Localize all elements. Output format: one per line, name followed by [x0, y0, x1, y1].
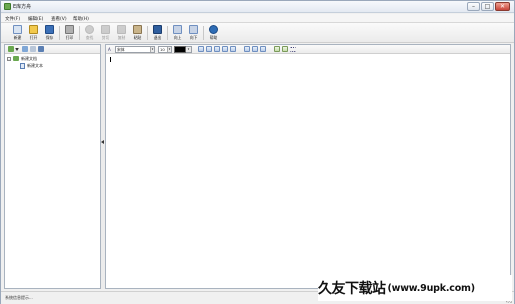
font-family-value: 宋体 [117, 47, 125, 52]
exit-button-label: 退出 [153, 35, 162, 40]
move-down-button[interactable]: 向下 [186, 24, 201, 42]
add-node-icon[interactable] [8, 46, 14, 52]
tree-node-label: 新建文档 [21, 56, 37, 61]
up-icon [173, 25, 182, 34]
underline-icon[interactable] [214, 46, 220, 52]
help-button-label: 帮助 [209, 35, 218, 40]
find-icon [85, 25, 94, 34]
minimize-icon: – [472, 3, 475, 10]
save-button-label: 保存 [45, 35, 54, 40]
font-family-select[interactable]: 宋体 ▾ [115, 46, 155, 53]
tree-toolbar [5, 45, 100, 54]
editor-pane[interactable]: A 宋体 ▾ 10 ▾ ▾ [105, 44, 511, 289]
help-button[interactable]: 帮助 [206, 24, 221, 42]
paste-button-label: 粘贴 [133, 35, 142, 40]
help-icon [209, 25, 218, 34]
indent-icon[interactable] [274, 46, 280, 52]
exit-button[interactable]: 退出 [150, 24, 165, 42]
add-child-icon[interactable] [22, 46, 28, 52]
paste-icon [133, 25, 142, 34]
text-cursor [110, 57, 111, 62]
print-button-label: 打印 [65, 35, 74, 40]
collapse-left-icon[interactable] [101, 140, 104, 144]
open-folder-icon [29, 25, 38, 34]
italic-icon[interactable] [206, 46, 212, 52]
minimize-button[interactable]: – [467, 2, 480, 11]
folder-icon [13, 56, 19, 61]
save-button[interactable]: 保存 [42, 24, 57, 42]
strikethrough-icon[interactable] [222, 46, 228, 52]
new-doc-icon [13, 25, 22, 34]
watermark-site-name: 久友下载站 [318, 281, 386, 297]
window-title: E库方舟 [13, 4, 32, 10]
chevron-down-icon[interactable]: ▾ [150, 47, 154, 52]
font-size-value: 10 [160, 47, 165, 52]
menu-bar: 文件(F) 编辑(E) 查看(V) 帮助(H) [1, 14, 514, 23]
tree-node-label: 新建文本 [27, 63, 43, 68]
cut-button[interactable]: 剪切 [98, 24, 113, 42]
close-icon: ✕ [499, 3, 506, 10]
down-icon [189, 25, 198, 34]
close-button[interactable]: ✕ [495, 2, 510, 11]
copy-icon [117, 25, 126, 34]
cut-icon [101, 25, 110, 34]
print-button[interactable]: 打印 [62, 24, 77, 42]
tree-panel: - 新建文档 新建文本 [4, 44, 101, 289]
new-button[interactable]: 新建 [10, 24, 25, 42]
chevron-down-icon[interactable]: ▾ [186, 47, 191, 52]
menu-help[interactable]: 帮助(H) [73, 16, 89, 22]
print-icon [65, 25, 74, 34]
maximize-icon: □ [484, 3, 491, 10]
align-right-icon[interactable] [260, 46, 266, 52]
format-toolbar: A 宋体 ▾ 10 ▾ ▾ [106, 45, 510, 54]
move-up-button[interactable]: 向上 [170, 24, 185, 42]
app-window: E库方舟 – □ ✕ 文件(F) 编辑(E) 查看(V) 帮助(H) 新建 打开… [0, 0, 515, 304]
rename-icon[interactable] [30, 46, 36, 52]
outdent-icon[interactable] [282, 46, 288, 52]
save-disk-icon [45, 25, 54, 34]
document-icon [20, 63, 25, 69]
open-button[interactable]: 打开 [26, 24, 41, 42]
maximize-button[interactable]: □ [481, 2, 494, 11]
font-icon: A [108, 47, 111, 52]
collapse-icon[interactable]: - [7, 57, 11, 61]
find-button[interactable]: 查找 [82, 24, 97, 42]
bold-icon[interactable] [198, 46, 204, 52]
color-dropdown[interactable]: ▾ [186, 46, 192, 53]
status-text: 系统信息提示... [5, 295, 33, 300]
chevron-down-icon[interactable] [15, 48, 19, 51]
app-icon [4, 3, 11, 10]
menu-edit[interactable]: 编辑(E) [28, 16, 43, 22]
watermark-url: (www.9upk.com) [387, 282, 476, 294]
font-size-select[interactable]: 10 ▾ [158, 46, 172, 53]
menu-file[interactable]: 文件(F) [5, 16, 20, 22]
align-center-icon[interactable] [252, 46, 258, 52]
align-left-icon[interactable] [244, 46, 250, 52]
chevron-down-icon[interactable]: ▾ [167, 47, 171, 52]
copy-button[interactable]: 复制 [114, 24, 129, 42]
delete-icon[interactable] [38, 46, 44, 52]
exit-icon [153, 25, 162, 34]
bullet-list-icon[interactable] [290, 47, 296, 52]
text-color-swatch[interactable] [174, 46, 186, 53]
paste-button[interactable]: 粘贴 [130, 24, 145, 42]
watermark: 久友下载站 (www.9upk.com) [318, 275, 512, 301]
move-down-button-label: 向下 [189, 35, 198, 40]
menu-view[interactable]: 查看(V) [51, 16, 67, 22]
window-controls: – □ ✕ [467, 2, 510, 11]
main-toolbar: 新建 打开 保存 打印 查找 剪切 复制 粘贴 退出 向上 向下 帮助 [1, 23, 514, 43]
superscript-icon[interactable] [230, 46, 236, 52]
title-bar: E库方舟 – □ ✕ [1, 1, 514, 13]
